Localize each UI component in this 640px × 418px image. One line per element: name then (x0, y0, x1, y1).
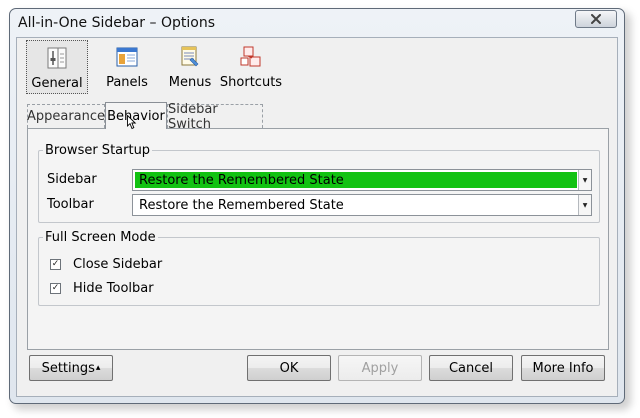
shortcuts-icon (240, 46, 261, 67)
select-value: Restore the Remembered State (135, 172, 577, 188)
close-sidebar-checkbox[interactable]: ✓ Close Sidebar (50, 257, 162, 272)
apply-button[interactable]: Apply (338, 355, 422, 381)
button-label: Settings (41, 360, 95, 376)
category-label: Shortcuts (219, 75, 283, 90)
checkbox-label: Hide Toolbar (73, 281, 154, 296)
window-title: All-in-One Sidebar – Options (18, 15, 215, 31)
checkbox-checked-icon: ✓ (50, 259, 61, 270)
checkbox-label: Close Sidebar (73, 257, 163, 272)
dialog-client-area: General Panels Menus Shortcuts Appearanc… (16, 37, 618, 397)
tab-sidebar-switch[interactable]: Sidebar Switch (167, 102, 263, 132)
toolbar-label: Toolbar (47, 197, 94, 212)
toolbar-startup-select[interactable]: Restore the Remembered State ▼ (132, 194, 592, 216)
mouse-cursor-icon (127, 115, 137, 130)
category-general[interactable]: General (26, 40, 88, 94)
hide-toolbar-checkbox[interactable]: ✓ Hide Toolbar (50, 281, 154, 296)
title-bar: All-in-One Sidebar – Options (10, 9, 624, 37)
tab-behavior[interactable]: Behavior (105, 102, 167, 130)
category-label: Panels (106, 75, 148, 90)
more-info-button[interactable]: More Info (521, 355, 605, 381)
dropdown-arrow-icon: ▼ (578, 170, 591, 190)
options-window: All-in-One Sidebar – Options General Pan… (9, 8, 625, 404)
button-label: More Info (532, 360, 594, 376)
group-legend: Full Screen Mode (45, 230, 156, 245)
dropdown-arrow-icon: ▼ (578, 195, 591, 215)
category-label: General (31, 76, 83, 91)
category-label: Menus (168, 75, 212, 90)
tab-label: Sidebar Switch (168, 101, 218, 132)
button-label: OK (279, 360, 299, 376)
select-value: Restore the Remembered State (139, 197, 344, 213)
category-shortcuts[interactable]: Shortcuts (220, 40, 282, 94)
close-button[interactable] (575, 10, 617, 28)
ok-button[interactable]: OK (247, 355, 331, 381)
group-legend: Browser Startup (45, 143, 151, 158)
settings-panel-icon (47, 47, 67, 69)
menus-icon (181, 46, 199, 67)
checkbox-checked-icon: ✓ (50, 283, 61, 294)
settings-button[interactable]: Settings ▴ (29, 355, 113, 381)
category-menus[interactable]: Menus (159, 40, 221, 94)
category-panels[interactable]: Panels (95, 40, 159, 94)
behavior-tab-panel: Browser Startup Sidebar Restore the Reme… (27, 128, 609, 350)
button-label: Cancel (448, 360, 494, 376)
tab-appearance[interactable]: Appearance (27, 104, 105, 128)
cancel-button[interactable]: Cancel (429, 355, 513, 381)
sidebar-label: Sidebar (47, 172, 97, 187)
sidebar-startup-select[interactable]: Restore the Remembered State ▼ (132, 169, 592, 191)
panels-window-icon (116, 47, 138, 67)
button-label: Apply (361, 360, 399, 376)
tab-label: Appearance (26, 109, 106, 124)
close-icon (591, 14, 601, 24)
menu-indicator-icon: ▴ (95, 363, 101, 373)
